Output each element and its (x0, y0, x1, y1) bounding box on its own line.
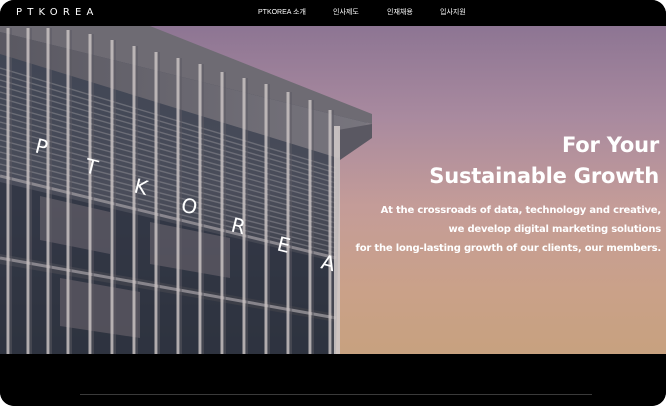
browser-frame: PTKOREA PTKOREA 소개 인사제도 인재채용 입사지원 P T K … (0, 0, 666, 406)
nav-item-hr-system[interactable]: 인사제도 (333, 7, 359, 19)
top-navigation: PTKOREA PTKOREA 소개 인사제도 인재채용 입사지원 (0, 0, 666, 26)
hero-description-line-2: we develop digital marketing solutions (448, 224, 662, 235)
hero-headline-line-1: For Your (561, 133, 659, 157)
next-section (0, 354, 666, 406)
nav-item-apply[interactable]: 입사지원 (440, 7, 466, 19)
ptkorea-logo[interactable]: PTKOREA (16, 6, 99, 20)
hero-headline-line-2: Sustainable Growth (429, 164, 659, 188)
hero-headline: For Your Sustainable Growth (429, 130, 659, 192)
section-divider (80, 394, 592, 395)
hero-description-line-3: for the long-lasting growth of our clien… (355, 243, 662, 254)
hero-description: At the crossroads of data, technology an… (355, 201, 662, 258)
hero-description-line-1: At the crossroads of data, technology an… (380, 205, 662, 216)
hero-section: P T K O R E A For Your Sustainable Growt… (0, 26, 666, 354)
nav-item-recruitment[interactable]: 인재채용 (387, 7, 413, 19)
nav-item-about[interactable]: PTKOREA 소개 (258, 7, 306, 19)
